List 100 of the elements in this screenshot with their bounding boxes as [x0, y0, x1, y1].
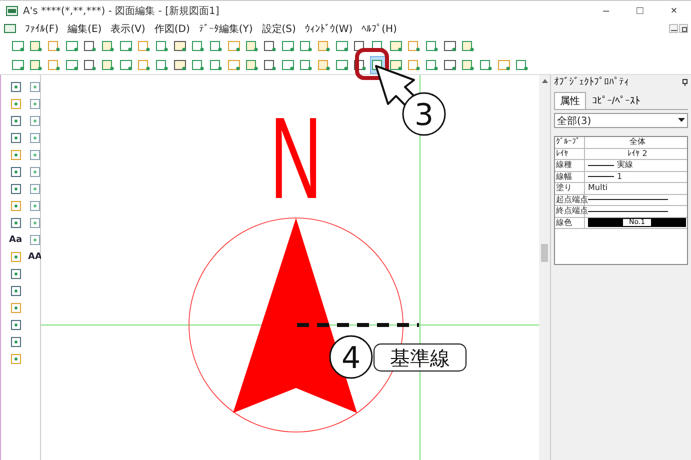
- tool-icon[interactable]: [10, 200, 22, 212]
- property-name: 塗り: [555, 183, 585, 194]
- app-icon: [4, 24, 16, 33]
- tool-icon[interactable]: [10, 183, 22, 195]
- square-icon: [425, 58, 439, 70]
- square-icon: [209, 58, 223, 70]
- square-icon: [101, 58, 115, 70]
- square-icon: [137, 58, 151, 70]
- tool-icon[interactable]: [10, 302, 22, 314]
- tool-icon[interactable]: [10, 353, 22, 365]
- tool-icon[interactable]: [29, 98, 42, 110]
- square-icon: [407, 40, 421, 52]
- scrollbar-thumb[interactable]: [541, 244, 548, 262]
- square-icon: [65, 58, 79, 70]
- square-icon: [263, 58, 277, 70]
- tool-icon[interactable]: [10, 336, 22, 348]
- text-tool-button[interactable]: Aa: [9, 234, 22, 246]
- property-name: 線色: [555, 218, 585, 228]
- tool-icon[interactable]: [29, 115, 42, 127]
- menu-item[interactable]: ｳｨﾝﾄﾞｳ(W): [304, 22, 353, 34]
- tool-icon[interactable]: [29, 183, 42, 195]
- tool-icon[interactable]: [10, 166, 22, 178]
- tool-icon[interactable]: [29, 234, 42, 246]
- north-label: N: [270, 94, 322, 224]
- property-value: Multi: [588, 183, 608, 194]
- square-icon: [389, 40, 403, 52]
- scroll-up-icon[interactable]: [540, 78, 548, 84]
- tool-icon[interactable]: [29, 81, 42, 93]
- property-value: 全体: [630, 137, 646, 148]
- pin-icon[interactable]: [682, 78, 688, 86]
- square-icon: [443, 40, 457, 52]
- callout-label: 基準線: [374, 344, 466, 372]
- square-icon: [317, 58, 331, 70]
- app-icon: [6, 6, 18, 16]
- line-sample-icon: [588, 175, 614, 178]
- menu-item[interactable]: 作図(D): [154, 22, 190, 36]
- panel-tab[interactable]: ｺﾋﾟｰ/ﾍﾟｰｽﾄ: [586, 92, 646, 109]
- square-icon: [317, 40, 331, 52]
- tool-icon[interactable]: [29, 217, 42, 229]
- menu-item[interactable]: ﾍﾙﾌﾟ(H): [362, 22, 397, 34]
- tool-icon[interactable]: [29, 200, 42, 212]
- tool-icon[interactable]: [10, 251, 22, 263]
- tool-icon[interactable]: [10, 132, 22, 144]
- square-icon: [227, 40, 241, 52]
- close-button[interactable]: ×: [657, 1, 691, 21]
- square-icon: [515, 58, 529, 70]
- menu-item[interactable]: 表示(V): [110, 22, 146, 36]
- restore-icon: [680, 26, 686, 32]
- square-icon: [245, 40, 259, 52]
- square-icon: [443, 58, 457, 70]
- filter-dropdown[interactable]: 全部(3): [554, 113, 688, 128]
- minimize-button[interactable]: –: [589, 1, 623, 21]
- square-icon: [299, 40, 313, 52]
- square-icon: [173, 40, 187, 52]
- square-icon: [47, 40, 61, 52]
- property-name: 線種: [555, 160, 585, 170]
- square-icon: [299, 58, 313, 70]
- square-icon: [101, 40, 115, 52]
- square-icon: [155, 40, 169, 52]
- tool-icon[interactable]: [10, 149, 22, 161]
- square-icon: [83, 58, 97, 70]
- minimize-button[interactable]: [669, 24, 678, 33]
- line-sample-icon: [588, 164, 614, 167]
- square-icon: [119, 58, 133, 70]
- property-value: ﾚｲﾔ 2: [628, 148, 648, 159]
- tool-icon[interactable]: [10, 285, 22, 297]
- square-icon: [11, 40, 25, 52]
- restore-button[interactable]: [679, 24, 688, 33]
- property-value: 実線: [617, 160, 633, 170]
- menu-item[interactable]: ﾃﾞｰﾀ編集(Y): [198, 22, 253, 36]
- square-icon: [479, 58, 493, 70]
- tool-icon[interactable]: [10, 98, 22, 110]
- panel-tab[interactable]: 属性: [554, 92, 586, 109]
- window-title: A's ****(*,**,***) - 図面編集 - [新規図面1]: [23, 4, 220, 18]
- square-icon: [173, 58, 187, 70]
- square-icon: [263, 40, 277, 52]
- highlight-ring: [355, 48, 389, 80]
- tool-icon[interactable]: [10, 217, 22, 229]
- square-icon: [137, 40, 151, 52]
- tool-icon[interactable]: [10, 115, 22, 127]
- square-icon: [335, 40, 349, 52]
- tool-icon[interactable]: [10, 319, 22, 331]
- tool-icon[interactable]: [10, 81, 22, 93]
- tool-icon[interactable]: [29, 149, 42, 161]
- tool-icon[interactable]: [29, 132, 42, 144]
- property-name: 線幅: [555, 172, 585, 182]
- square-icon: [461, 40, 475, 52]
- line-sample-icon: [588, 198, 668, 202]
- text-tool-button[interactable]: AA: [28, 251, 42, 263]
- square-icon: [281, 40, 295, 52]
- panel-title: ｵﾌﾞｼﾞｪｸﾄﾌﾟﾛﾊﾟﾃｨ: [554, 76, 629, 88]
- square-icon: [497, 58, 511, 70]
- line-sample-icon: [588, 210, 668, 213]
- menu-item[interactable]: ﾌｧｲﾙ(F): [25, 22, 59, 34]
- menu-item[interactable]: 編集(E): [68, 22, 102, 36]
- tool-icon[interactable]: [29, 166, 42, 178]
- menu-item[interactable]: 設定(S): [262, 22, 296, 36]
- maximize-button[interactable]: □: [623, 1, 657, 21]
- square-icon: [335, 58, 349, 70]
- tool-icon[interactable]: [10, 268, 22, 280]
